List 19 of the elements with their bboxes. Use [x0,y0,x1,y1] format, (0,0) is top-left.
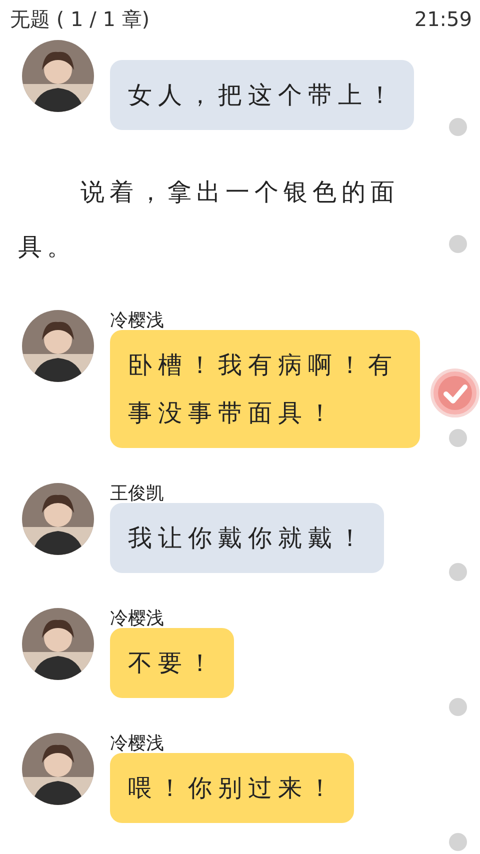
sender-name: 冷樱浅 [110,733,164,755]
chapter-title: 无题 ( 1 / 1 章) [10,6,150,32]
scroll-dot-icon [449,118,467,136]
message-bubble: 我让你戴你就戴！ [110,503,384,573]
like-button[interactable] [430,368,480,418]
message-bubble: 不要！ [110,628,234,698]
scroll-dot-icon [449,698,467,716]
scroll-dot-icon [449,833,467,851]
message-bubble: 喂！你别过来！ [110,753,354,823]
narration-text: 说着，拿出一个银色的面具。 [17,177,400,263]
message-bubble: 女人，把这个带上！ [110,60,414,130]
sender-name: 冷樱浅 [110,608,164,630]
message-bubble: 卧槽！我有病啊！有事没事带面具！ [110,330,420,448]
sender-name: 王俊凯 [110,483,164,505]
sender-name: 冷樱浅 [110,310,164,332]
clock-time: 21:59 [414,7,472,31]
scroll-dot-icon [449,235,467,253]
scroll-dot-icon [449,429,467,447]
scroll-dot-icon [449,563,467,581]
